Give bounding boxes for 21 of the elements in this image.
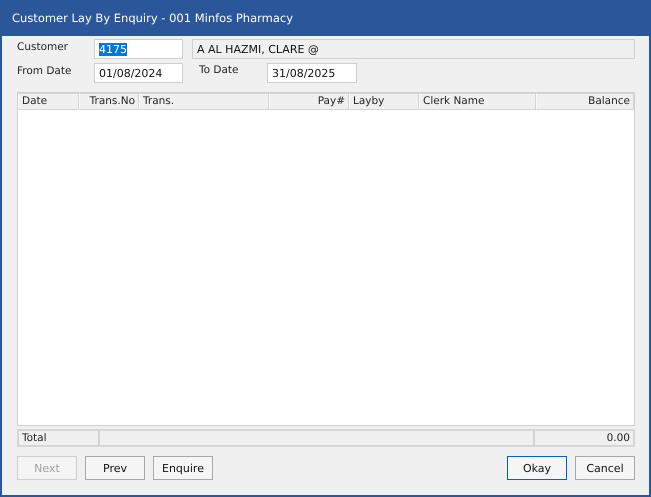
column-header[interactable]: Date <box>18 93 79 110</box>
total-value: 0.00 <box>534 430 634 446</box>
customer-name-field: A AL HAZMI, CLARE @ <box>192 39 635 59</box>
field-label: From Date <box>17 64 72 77</box>
dialog-button[interactable]: Okay <box>507 456 567 480</box>
column-header[interactable]: Clerk Name <box>419 93 536 110</box>
window-title: Customer Lay By Enquiry - 001 Minfos Pharmacy <box>2 0 649 36</box>
from-date-field[interactable]: 01/08/2024 <box>94 63 183 83</box>
dialog-button[interactable]: Cancel <box>575 456 635 480</box>
field-label: To Date <box>199 63 240 76</box>
total-label: Total <box>18 430 99 446</box>
column-header[interactable]: Trans. <box>139 93 269 110</box>
dialog-button[interactable]: Enquire <box>153 456 213 480</box>
column-header[interactable]: Balance <box>536 93 634 110</box>
column-header[interactable]: Layby <box>349 93 419 110</box>
column-header[interactable]: Trans.No <box>79 93 139 110</box>
field-label: Customer <box>17 40 70 53</box>
column-header[interactable]: Pay# <box>269 93 349 110</box>
to-date-field[interactable]: 31/08/2025 <box>267 63 357 83</box>
customer-code-field[interactable]: 4175 <box>94 39 183 59</box>
dialog-button[interactable]: Prev <box>85 456 145 480</box>
